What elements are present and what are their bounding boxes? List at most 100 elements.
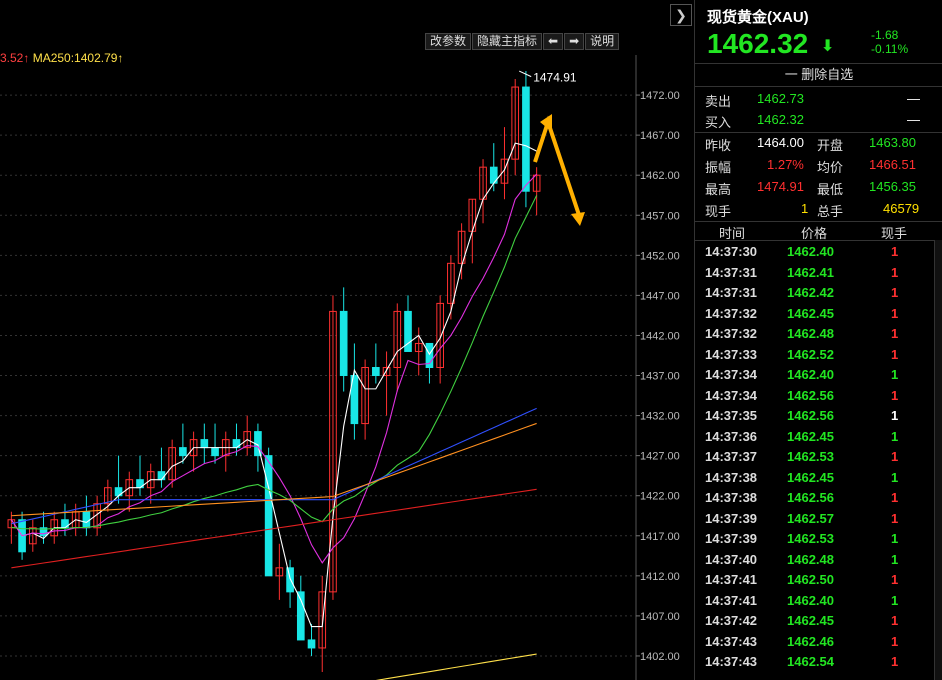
tick-vol: 1 bbox=[891, 654, 899, 669]
tick-price: 1462.42 bbox=[787, 285, 834, 300]
chart-toolbar: 改参数 隐藏主指标 ⬅ ➡ 说明 bbox=[425, 33, 620, 50]
tick-time: 14:37:38 bbox=[705, 490, 758, 505]
tick-price: 1462.40 bbox=[787, 244, 834, 259]
tick-time: 14:37:31 bbox=[705, 264, 758, 280]
y-tick-label: 1402.00 bbox=[640, 651, 680, 663]
y-tick-label: 1422.00 bbox=[640, 491, 680, 503]
open-label: 开盘 bbox=[817, 138, 844, 153]
tick-price: 1462.46 bbox=[787, 633, 834, 649]
candle-body bbox=[372, 367, 380, 377]
tick-row: 14:37:43 1462.54 1 bbox=[695, 652, 942, 672]
tick-row: 14:37:34 1462.40 1 bbox=[695, 365, 942, 385]
tick-price: 1462.53 bbox=[787, 449, 834, 464]
avg-value: 1466.51 bbox=[869, 157, 916, 172]
ma-line-blue bbox=[11, 407, 537, 525]
avg-label: 均价 bbox=[817, 160, 844, 175]
tick-vol: 1 bbox=[891, 490, 899, 505]
tick-row: 14:37:34 1462.56 1 bbox=[695, 386, 942, 406]
tick-price: 1462.41 bbox=[787, 264, 834, 280]
y-tick-label: 1437.00 bbox=[640, 371, 680, 383]
candle-body bbox=[522, 86, 530, 192]
tick-price: 1462.57 bbox=[787, 510, 834, 526]
tick-price: 1462.45 bbox=[787, 428, 834, 444]
ticks-header-price: 价格 bbox=[801, 226, 828, 241]
tick-price: 1462.53 bbox=[787, 531, 834, 546]
tick-price: 1462.52 bbox=[787, 346, 834, 362]
ma-prev-value: 3.52↑ bbox=[0, 51, 30, 65]
y-tick-label: 1447.00 bbox=[640, 290, 680, 302]
open-value: 1463.80 bbox=[869, 135, 916, 150]
high-value: 1474.91 bbox=[757, 179, 804, 194]
tick-row: 14:37:40 1462.48 1 bbox=[695, 550, 942, 570]
y-tick-label: 1452.00 bbox=[640, 250, 680, 262]
tick-row: 14:37:35 1462.56 1 bbox=[695, 406, 942, 426]
amplitude-label: 振幅 bbox=[705, 160, 732, 175]
tick-vol: 1 bbox=[891, 305, 899, 321]
help-button[interactable]: 说明 bbox=[585, 33, 620, 50]
tick-price: 1462.40 bbox=[787, 367, 834, 382]
change-value: -1.68 bbox=[871, 28, 899, 42]
tick-vol: 1 bbox=[891, 531, 899, 546]
remove-favorite-button[interactable]: 一 删除自选 bbox=[695, 63, 942, 87]
prev-close-label: 昨收 bbox=[705, 138, 732, 153]
tick-vol: 1 bbox=[891, 285, 899, 300]
y-tick-label: 1442.00 bbox=[640, 330, 680, 342]
tick-price: 1462.50 bbox=[787, 572, 834, 587]
tick-vol: 1 bbox=[891, 592, 899, 608]
candle-body bbox=[307, 639, 316, 649]
tick-time: 14:37:32 bbox=[705, 305, 758, 321]
sell-price: 1462.73 bbox=[757, 91, 804, 106]
ticks-header: 时间 价格 现手 bbox=[695, 221, 942, 241]
ticks-header-time: 时间 bbox=[719, 226, 746, 241]
tick-price: 1462.45 bbox=[787, 305, 834, 321]
tick-time: 14:37:43 bbox=[705, 633, 758, 649]
annotation-arrowhead-down bbox=[571, 212, 585, 226]
tick-time: 14:37:41 bbox=[705, 572, 758, 587]
tick-vol: 1 bbox=[891, 613, 899, 628]
candle-body bbox=[200, 439, 209, 449]
y-tick-label: 1472.00 bbox=[640, 90, 680, 102]
edit-params-button[interactable]: 改参数 bbox=[425, 33, 472, 50]
tick-price: 1462.56 bbox=[787, 490, 834, 505]
kline-chart[interactable]: 1472.00 1467.00 1462.00 1457.00 1452.00 1447.… bbox=[0, 0, 694, 680]
tick-price: 1462.45 bbox=[787, 613, 834, 628]
candle-body bbox=[286, 567, 294, 593]
buy-volume: — bbox=[907, 112, 920, 127]
tick-vol: 1 bbox=[891, 346, 899, 362]
price-change: -1.68 -0.11% bbox=[871, 28, 908, 56]
tick-row: 14:37:43 1462.46 1 bbox=[695, 632, 942, 652]
tick-vol: 1 bbox=[891, 408, 899, 423]
buy-price: 1462.32 bbox=[757, 112, 804, 127]
current-hand-label: 现手 bbox=[705, 204, 732, 219]
tick-vol: 1 bbox=[891, 387, 899, 403]
tick-vol: 1 bbox=[891, 633, 899, 649]
scroll-right-button[interactable]: ➡ bbox=[564, 33, 585, 50]
ma-legend: 3.52↑ MA250:1402.79↑ bbox=[0, 51, 123, 65]
collapse-panel-button[interactable]: ❯ bbox=[670, 4, 692, 26]
y-tick-label: 1407.00 bbox=[640, 611, 680, 623]
tick-row: 14:37:39 1462.53 1 bbox=[695, 529, 942, 549]
kline-svg[interactable]: 1472.00 1467.00 1462.00 1457.00 1452.00 1447.… bbox=[0, 0, 694, 680]
prev-close-value: 1464.00 bbox=[757, 135, 804, 150]
tick-row: 14:37:42 1462.45 1 bbox=[695, 611, 942, 631]
buy-row: 买入 1462.32 — bbox=[695, 110, 942, 131]
tick-time: 14:37:39 bbox=[705, 510, 758, 526]
tick-time: 14:37:43 bbox=[705, 654, 758, 669]
ma250-value: MA250:1402.79↑ bbox=[32, 51, 124, 65]
hide-indicator-button[interactable]: 隐藏主指标 bbox=[472, 33, 543, 50]
y-tick-label: 1417.00 bbox=[640, 531, 680, 543]
scroll-left-button[interactable]: ⬅ bbox=[543, 33, 564, 50]
tick-time: 14:37:33 bbox=[705, 346, 758, 362]
tick-row: 14:37:41 1462.50 1 bbox=[695, 570, 942, 590]
tick-row: 14:37:36 1462.45 1 bbox=[695, 427, 942, 447]
stats-row-2: 振幅 1.27% 均价 1466.51 bbox=[695, 155, 942, 176]
tick-price: 1462.40 bbox=[787, 592, 834, 608]
tick-row: 14:37:32 1462.45 1 bbox=[695, 304, 942, 324]
ticks-header-vol: 现手 bbox=[881, 226, 908, 241]
ticks-scrollbar[interactable] bbox=[934, 240, 942, 680]
tick-row: 14:37:31 1462.42 1 bbox=[695, 283, 942, 303]
change-pct: -0.11% bbox=[871, 42, 909, 56]
total-hand-label: 总手 bbox=[817, 204, 844, 219]
annotation-arrow-line bbox=[533, 115, 582, 219]
tick-vol: 1 bbox=[891, 367, 899, 382]
